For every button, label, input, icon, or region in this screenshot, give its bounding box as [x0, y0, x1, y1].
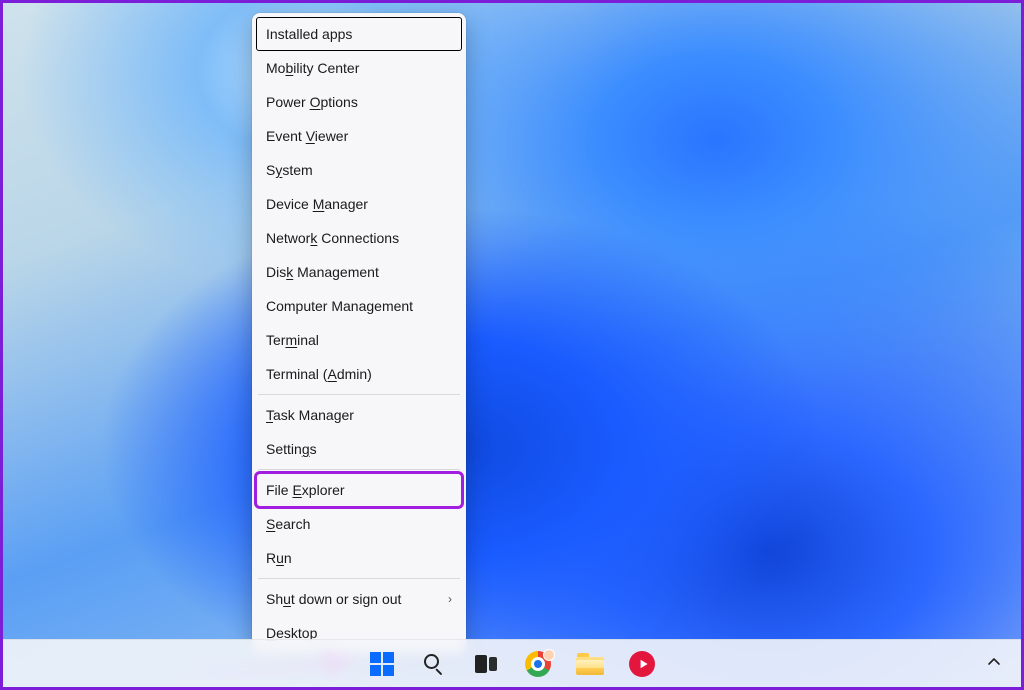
menu-item-label: Mobility Center [266, 60, 359, 76]
menu-item-label: Terminal [266, 332, 319, 348]
winx-context-menu: Installed apps Mobility Center Power Optio… [252, 13, 466, 654]
menu-item-label: Device Manager [266, 196, 368, 212]
taskbar [3, 639, 1021, 687]
menu-item-label: Terminal (Admin) [266, 366, 372, 382]
menu-item-label: Disk Management [266, 264, 379, 280]
menu-computer-management[interactable]: Computer Management [256, 289, 462, 323]
menu-installed-apps[interactable]: Installed apps [256, 17, 462, 51]
chevron-right-icon: › [448, 592, 452, 606]
taskbar-center-icons [362, 644, 662, 684]
app-button[interactable] [622, 644, 662, 684]
menu-item-label: Shut down or sign out [266, 591, 401, 607]
menu-item-label: Run [266, 550, 292, 566]
task-view-icon [475, 655, 497, 673]
menu-file-explorer[interactable]: File Explorer [256, 473, 462, 507]
red-app-icon [629, 651, 655, 677]
tray-overflow-button[interactable] [977, 647, 1011, 682]
chrome-button[interactable] [518, 644, 558, 684]
menu-item-label: Installed apps [266, 26, 352, 42]
folder-icon [576, 653, 604, 675]
search-icon [423, 653, 445, 675]
menu-device-manager[interactable]: Device Manager [256, 187, 462, 221]
menu-shutdown[interactable]: Shut down or sign out › [256, 582, 462, 616]
menu-event-viewer[interactable]: Event Viewer [256, 119, 462, 153]
menu-power-options[interactable]: Power Options [256, 85, 462, 119]
menu-settings[interactable]: Settings [256, 432, 462, 466]
menu-search[interactable]: Search [256, 507, 462, 541]
menu-task-manager[interactable]: Task Manager [256, 398, 462, 432]
menu-item-label: Power Options [266, 94, 358, 110]
menu-network-connections[interactable]: Network Connections [256, 221, 462, 255]
menu-item-label: System [266, 162, 313, 178]
menu-terminal[interactable]: Terminal [256, 323, 462, 357]
system-tray [977, 640, 1011, 688]
menu-item-label: Settings [266, 441, 317, 457]
menu-item-label: Task Manager [266, 407, 354, 423]
file-explorer-button[interactable] [570, 644, 610, 684]
windows-start-icon [370, 652, 394, 676]
chrome-icon [525, 651, 551, 677]
menu-disk-management[interactable]: Disk Management [256, 255, 462, 289]
menu-item-label: Network Connections [266, 230, 399, 246]
menu-item-label: File Explorer [266, 482, 345, 498]
menu-system[interactable]: System [256, 153, 462, 187]
menu-separator [258, 469, 460, 470]
task-view-button[interactable] [466, 644, 506, 684]
menu-item-label: Event Viewer [266, 128, 348, 144]
menu-terminal-admin[interactable]: Terminal (Admin) [256, 357, 462, 391]
menu-separator [258, 394, 460, 395]
chevron-up-icon [987, 655, 1001, 669]
menu-run[interactable]: Run [256, 541, 462, 575]
menu-separator [258, 578, 460, 579]
menu-mobility-center[interactable]: Mobility Center [256, 51, 462, 85]
desktop-wallpaper [3, 3, 1021, 687]
menu-item-label: Search [266, 516, 310, 532]
start-button[interactable] [362, 644, 402, 684]
menu-item-label: Computer Management [266, 298, 413, 314]
search-button[interactable] [414, 644, 454, 684]
